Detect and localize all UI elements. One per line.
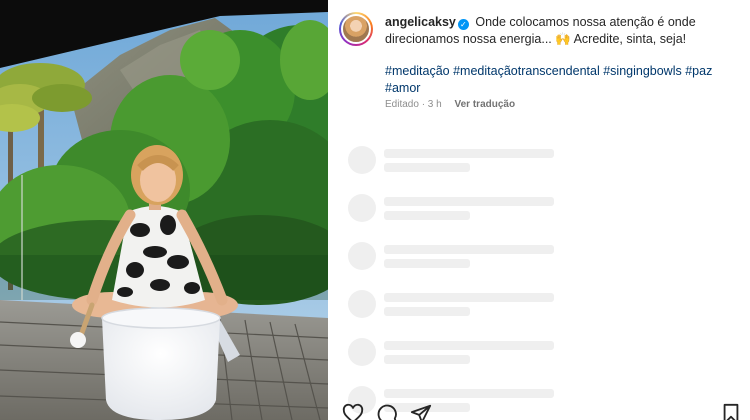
- hashtag-link[interactable]: #amor: [385, 81, 420, 95]
- comment-skeleton: [348, 194, 588, 224]
- edited-timestamp: Editado · 3 h: [385, 99, 442, 110]
- send-icon[interactable]: [410, 403, 432, 420]
- comment-icon[interactable]: [376, 403, 398, 420]
- hashtag-link[interactable]: #paz: [685, 64, 712, 78]
- post-detail-panel: angelicaksy ✓ Onde colocamos nossa atençã…: [328, 0, 750, 420]
- comment-skeleton: [348, 242, 588, 272]
- comment-skeleton: [348, 146, 588, 176]
- hashtag-link[interactable]: #singingbowls: [603, 64, 682, 78]
- comment-skeleton: [348, 338, 588, 368]
- avatar-image: [341, 14, 371, 44]
- username-link[interactable]: angelicaksy: [385, 15, 456, 29]
- hashtag-link[interactable]: #meditação: [385, 64, 450, 78]
- post-meta: Editado · 3 h Ver tradução: [385, 99, 515, 110]
- post-caption: angelicaksy ✓ Onde colocamos nossa atençã…: [385, 14, 735, 48]
- post-image: [0, 0, 328, 420]
- heart-icon[interactable]: [342, 403, 364, 420]
- comment-skeleton: [348, 290, 588, 320]
- hashtag-list: #meditação #meditaçãotranscendental #sin…: [385, 63, 715, 97]
- bookmark-icon[interactable]: [720, 403, 742, 420]
- hashtag-link[interactable]: #meditaçãotranscendental: [453, 64, 600, 78]
- see-translation-button[interactable]: Ver tradução: [455, 99, 516, 110]
- avatar[interactable]: [339, 12, 373, 46]
- post-photo[interactable]: [0, 0, 328, 420]
- post-action-bar: [342, 403, 742, 420]
- verified-badge-icon: ✓: [457, 19, 469, 30]
